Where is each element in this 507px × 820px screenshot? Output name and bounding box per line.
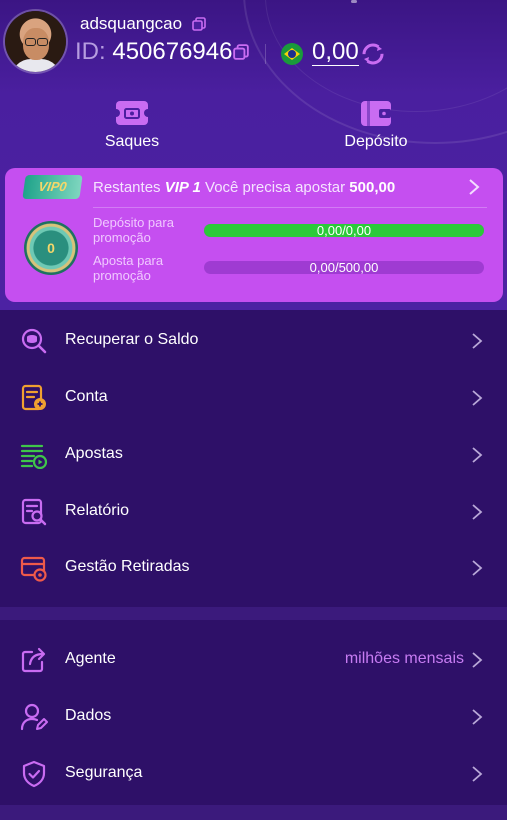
bets-list-icon — [20, 444, 48, 469]
bet-promotion-label: Aposta para promoção — [93, 253, 164, 283]
menu-label: Conta — [65, 388, 108, 405]
menu-label: Relatório — [65, 502, 130, 519]
menu-label: Dados — [65, 707, 112, 724]
decorative-mark — [351, 0, 357, 3]
vip-badge: VIP0 — [22, 175, 83, 199]
section-divider — [0, 805, 507, 820]
user-id-value: 450676946 — [112, 38, 233, 65]
bet-progress-bar: 0,00/500,00 — [204, 261, 484, 274]
account-document-icon — [21, 384, 46, 411]
deposit-button[interactable]: Depósito — [316, 98, 436, 151]
menu-extra-text: milhões mensais — [344, 650, 464, 667]
withdraw-label: Saques — [104, 133, 160, 150]
user-id-label: ID: — [75, 38, 106, 65]
vip-remaining-text: Restantes VIP 1 Você precisa apostar 500… — [93, 179, 395, 196]
chevron-right-icon[interactable] — [467, 178, 481, 196]
vip-medal-icon: 0 — [24, 221, 78, 275]
menu-label: Recuperar o Saldo — [65, 331, 199, 348]
chevron-right-icon — [472, 560, 483, 576]
chevron-right-icon — [472, 333, 483, 349]
deposit-label: Depósito — [344, 133, 408, 150]
shield-check-icon — [22, 760, 46, 788]
vip-card[interactable]: VIP0 Restantes VIP 1 Você precisa aposta… — [5, 168, 503, 302]
menu-item-relatorio[interactable]: Relatório — [0, 484, 507, 540]
brazil-flag-icon — [281, 43, 303, 65]
chevron-right-icon — [472, 766, 483, 782]
chevron-right-icon — [472, 709, 483, 725]
menu-label: Apostas — [65, 445, 123, 462]
share-icon — [21, 647, 46, 673]
vip-next-level: VIP 1 — [164, 179, 201, 196]
vip-requirement-text: Você precisa apostar — [205, 179, 346, 196]
deposit-progress-text: 0,00/0,00 — [316, 223, 372, 238]
menu-item-recuperar-saldo[interactable]: Recuperar o Saldo — [0, 313, 507, 369]
wallet-icon — [361, 101, 391, 126]
menu-item-conta[interactable]: Conta — [0, 370, 507, 426]
menu-item-gestao-retiradas[interactable]: Gestão Retiradas — [0, 540, 507, 596]
menu-label: Segurança — [65, 764, 143, 781]
user-id: ID: 450676946 — [75, 38, 232, 66]
chevron-right-icon — [472, 447, 483, 463]
withdraw-button[interactable]: Saques — [72, 98, 192, 151]
menu-label: Gestão Retiradas — [65, 558, 190, 575]
divider — [93, 207, 487, 208]
bet-progress-text: 0,00/500,00 — [309, 260, 379, 275]
ticket-icon — [115, 101, 149, 125]
balance: 0,00 — [312, 38, 359, 66]
avatar[interactable] — [5, 11, 66, 72]
user-edit-icon — [20, 703, 48, 731]
copy-username-icon[interactable] — [192, 17, 206, 31]
menu-item-agente[interactable]: Agente milhões mensais — [0, 632, 507, 688]
chevron-right-icon — [472, 390, 483, 406]
vip-requirement-amount: 500,00 — [349, 179, 396, 196]
card-settings-icon — [20, 556, 47, 582]
deposit-progress-bar: 0,00/0,00 — [204, 224, 484, 237]
menu-item-apostas[interactable]: Apostas — [0, 427, 507, 483]
vip-remaining-prefix: Restantes — [93, 179, 161, 196]
refresh-icon[interactable] — [362, 43, 384, 65]
menu-label: Agente — [65, 650, 116, 667]
menu-item-seguranca[interactable]: Segurança — [0, 746, 507, 802]
report-search-icon — [21, 498, 47, 526]
menu-item-dados[interactable]: Dados — [0, 689, 507, 745]
section-divider — [0, 607, 507, 620]
chevron-right-icon — [472, 504, 483, 520]
chevron-right-icon — [472, 652, 483, 668]
copy-id-icon[interactable] — [233, 44, 249, 60]
username: adsquangcao — [80, 14, 183, 33]
divider — [265, 44, 266, 64]
search-coins-icon — [21, 328, 47, 354]
deposit-promotion-label: Depósito para promoção — [93, 215, 174, 245]
